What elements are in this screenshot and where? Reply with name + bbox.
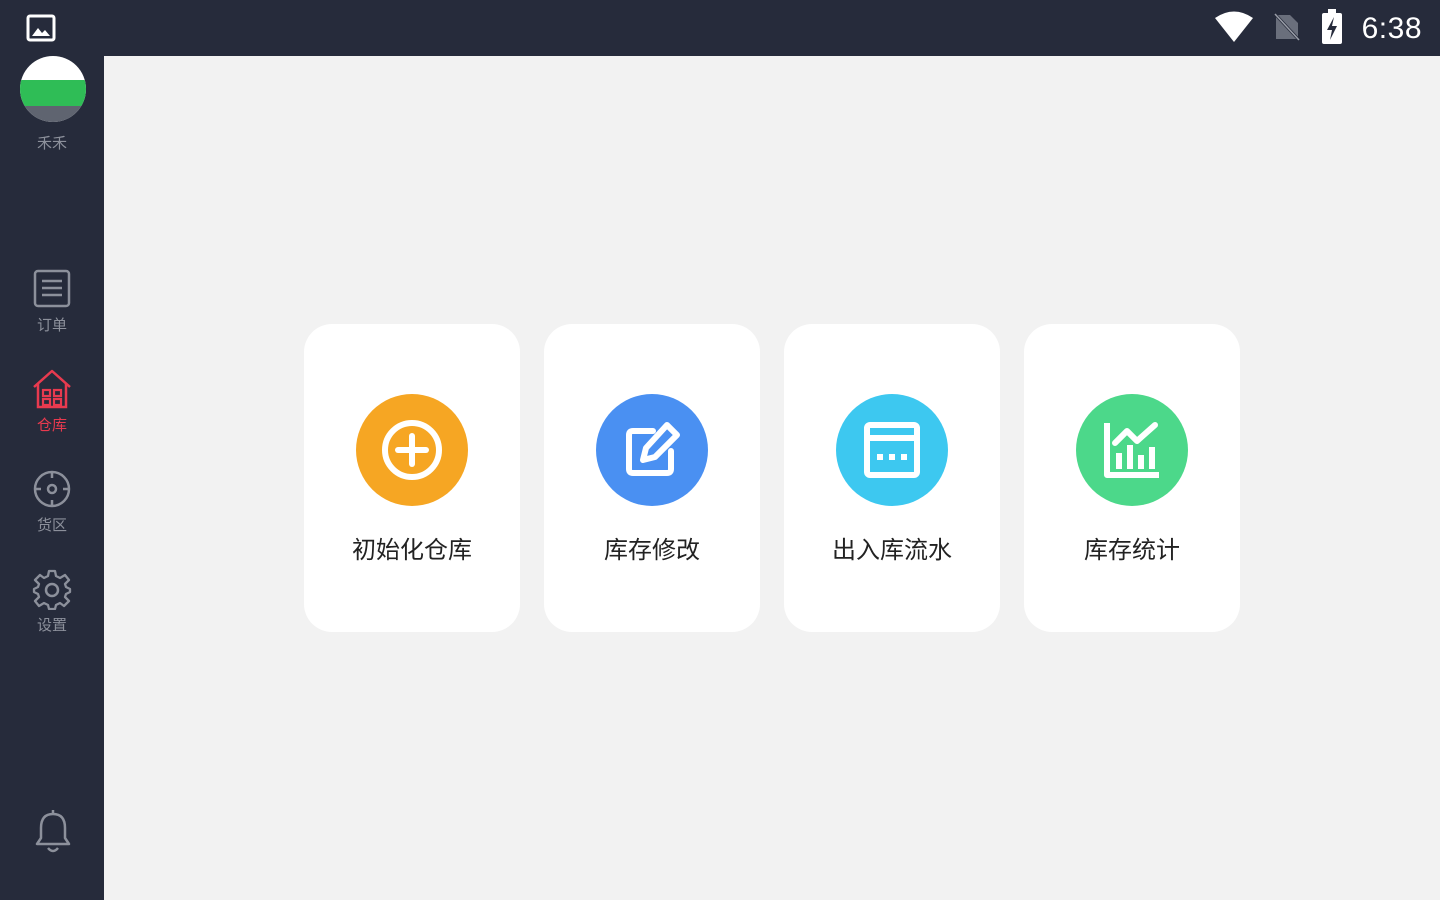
stock-stats-card[interactable]: 库存统计 (1024, 324, 1240, 632)
init-warehouse-card[interactable]: 初始化仓库 (304, 324, 520, 632)
sidebar-item-warehouse[interactable]: 仓库 (0, 368, 104, 448)
main-content: 初始化仓库 库存修改 出入库流水 库存统计 (104, 56, 1440, 900)
card-label: 库存修改 (604, 536, 700, 564)
sidebar-item-label: 仓库 (36, 416, 67, 434)
notification-bell-icon[interactable] (33, 810, 73, 854)
status-bar: 6:38 (0, 0, 1440, 56)
plus-circle-icon (356, 394, 468, 506)
sidebar-item-label: 订单 (36, 316, 67, 334)
wifi-icon (1214, 11, 1254, 47)
stock-flow-card[interactable]: 出入库流水 (784, 324, 1000, 632)
card-label: 出入库流水 (832, 536, 952, 564)
sidebar-item-orders[interactable]: 订单 (0, 268, 104, 348)
warehouse-actions: 初始化仓库 库存修改 出入库流水 库存统计 (304, 324, 1240, 632)
image-notification-icon (26, 14, 56, 42)
card-label: 初始化仓库 (352, 536, 472, 564)
battery-charging-icon (1320, 9, 1344, 49)
edit-icon (596, 394, 708, 506)
sidebar-item-zones[interactable]: 货区 (0, 468, 104, 548)
sidebar-item-label: 设置 (36, 616, 67, 634)
list-icon (31, 268, 73, 310)
sidebar: 禾禾 订单 仓库 货区 设置 (0, 56, 104, 900)
no-sim-icon (1272, 11, 1302, 47)
sidebar-item-label: 货区 (36, 516, 67, 534)
card-label: 库存统计 (1084, 536, 1180, 564)
avatar[interactable] (20, 56, 86, 122)
status-time: 6:38 (1361, 12, 1422, 45)
warehouse-icon (31, 368, 73, 410)
sidebar-item-settings[interactable]: 设置 (0, 568, 104, 648)
gear-icon (31, 568, 73, 611)
user-name: 禾禾 (36, 134, 67, 152)
chart-icon (1076, 394, 1188, 506)
stock-edit-card[interactable]: 库存修改 (544, 324, 760, 632)
ledger-icon (836, 394, 948, 506)
status-icons: 6:38 (1214, 8, 1422, 50)
target-icon (31, 468, 73, 510)
